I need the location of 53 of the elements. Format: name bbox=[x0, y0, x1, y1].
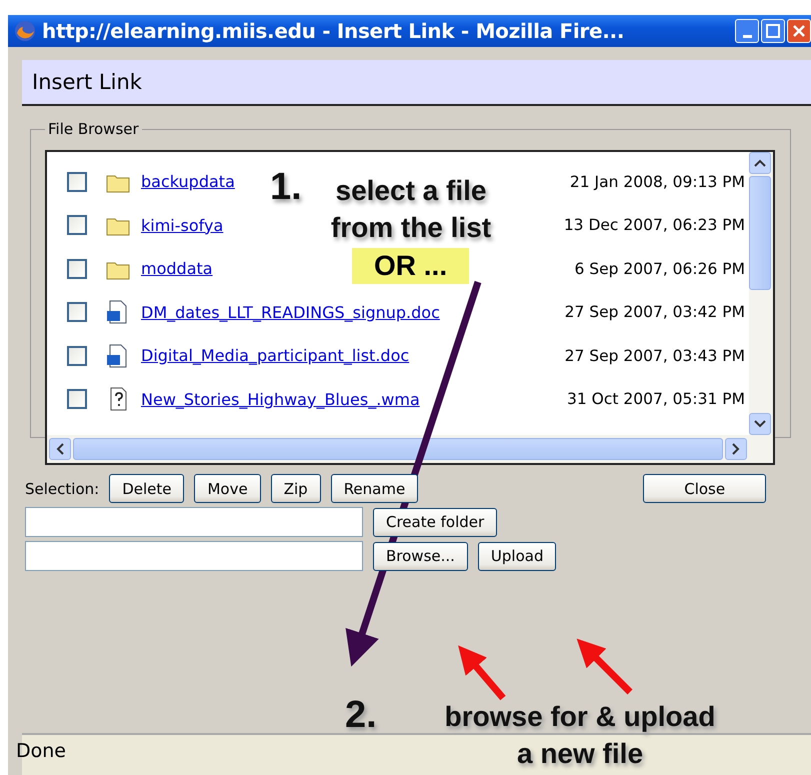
file-date: 27 Sep 2007, 03:42 PM bbox=[564, 303, 745, 322]
horizontal-scrollbar[interactable] bbox=[47, 435, 749, 463]
file-link[interactable]: DM_dates_LLT_READINGS_signup.doc bbox=[141, 302, 440, 322]
status-text: Done bbox=[16, 740, 66, 762]
file-checkbox[interactable] bbox=[67, 389, 87, 410]
annotation-arrow bbox=[576, 638, 632, 694]
folder-name-field[interactable] bbox=[25, 507, 363, 537]
file-link[interactable]: kimi-sofya bbox=[141, 216, 224, 235]
file-checkbox[interactable] bbox=[67, 215, 87, 236]
selection-label: Selection: bbox=[25, 480, 100, 498]
browser-logo-icon bbox=[14, 20, 36, 42]
minimize-button[interactable] bbox=[735, 19, 759, 43]
file-link[interactable]: moddata bbox=[141, 259, 213, 278]
file-checkbox[interactable] bbox=[67, 346, 87, 366]
dialog-title: Insert Link bbox=[32, 70, 142, 94]
maximize-button[interactable] bbox=[761, 19, 785, 43]
file-checkbox[interactable] bbox=[67, 258, 87, 279]
annotation-text: browse for & upload a new file bbox=[444, 700, 716, 771]
scroll-down-icon[interactable] bbox=[749, 413, 771, 435]
annotation-highlight: OR ... bbox=[352, 248, 470, 284]
scroll-right-icon[interactable] bbox=[725, 438, 747, 460]
file-date: 31 Oct 2007, 05:31 PM bbox=[567, 390, 745, 408]
close-dialog-button[interactable]: Close bbox=[643, 474, 766, 503]
close-icon bbox=[792, 24, 806, 38]
step-number: 2. bbox=[345, 694, 377, 737]
selection-action-button[interactable]: Zip bbox=[270, 474, 321, 503]
selection-action-button[interactable]: Rename bbox=[330, 474, 418, 503]
selection-action-button[interactable]: Delete bbox=[109, 474, 184, 503]
upload-button[interactable]: Upload bbox=[478, 542, 556, 570]
maximize-icon bbox=[766, 24, 780, 38]
selection-action-button[interactable]: Move bbox=[194, 474, 261, 503]
file-checkbox[interactable] bbox=[67, 172, 87, 192]
file-link[interactable]: New_Stories_Highway_Blues_.wma bbox=[141, 390, 420, 409]
file-link[interactable]: backupdata bbox=[141, 172, 235, 192]
step-number: 1. bbox=[270, 166, 302, 209]
close-button[interactable] bbox=[787, 19, 811, 43]
file-date: 21 Jan 2008, 09:13 PM bbox=[570, 172, 745, 191]
window-title: http://elearning.miis.edu - Insert Link - Mozilla Fire... bbox=[42, 19, 624, 43]
file-checkbox[interactable] bbox=[67, 302, 87, 322]
file-date: 27 Sep 2007, 03:43 PM bbox=[564, 346, 745, 365]
upload-file-field[interactable] bbox=[25, 541, 363, 571]
scroll-up-icon[interactable] bbox=[749, 152, 771, 174]
vertical-scrollbar[interactable] bbox=[749, 152, 773, 435]
scroll-left-icon[interactable] bbox=[49, 438, 71, 460]
file-link[interactable]: Digital_Media_participant_list.doc bbox=[141, 346, 410, 366]
annotation-text: select a file from the list bbox=[330, 174, 492, 245]
browse-button[interactable]: Browse... bbox=[373, 542, 468, 570]
group-legend: File Browser bbox=[45, 120, 142, 138]
file-date: 13 Dec 2007, 06:23 PM bbox=[564, 216, 745, 234]
scrollbar-corner bbox=[749, 435, 773, 463]
file-date: 6 Sep 2007, 06:26 PM bbox=[574, 260, 745, 278]
create-folder-button[interactable]: Create folder bbox=[373, 508, 498, 536]
minimize-icon bbox=[742, 34, 752, 38]
